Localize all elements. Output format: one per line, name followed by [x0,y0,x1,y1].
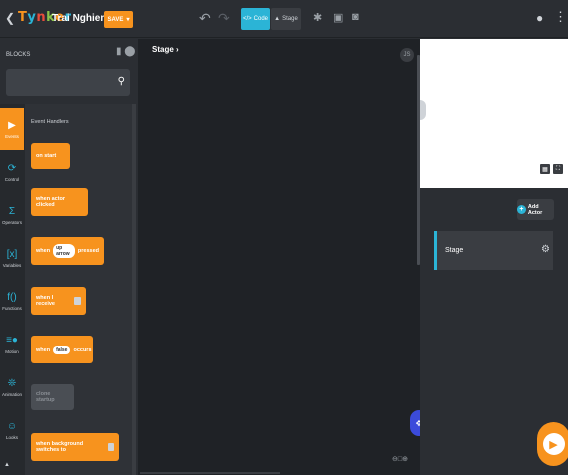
save-label: SAVE [107,16,124,23]
breadcrumb-stage: Stage [152,45,174,54]
variable-icon: [x] [6,248,18,260]
gear-icon[interactable]: ⚙ [541,244,550,255]
key-dropdown[interactable]: up arrow [53,244,75,258]
block-when-background-switches[interactable]: when background switches to [31,433,119,461]
settings-icon[interactable]: ⬤ [124,46,135,57]
block-label-prefix: when [36,346,51,353]
code-workspace[interactable] [138,39,420,475]
motion-icon: ≡● [6,334,18,346]
category-label: Motion [5,348,19,354]
user-icon[interactable]: ● [536,11,543,25]
category-functions[interactable]: f() Functions [0,280,24,322]
category-events[interactable]: ▶ Events [0,108,24,150]
category-variables[interactable]: [x] Variables [0,237,24,279]
add-actor-label: Add Actor [527,203,543,216]
block-label: when I receive [36,295,55,307]
animation-icon: ❊ [7,377,17,389]
save-button[interactable]: SAVE ▾ [104,11,133,28]
stage-view-controls: ▦ ⛶ [540,164,563,174]
play-button[interactable]: ▶ [537,422,568,466]
tab-stage-label: Stage [282,16,298,22]
back-arrow-icon[interactable]: ❮ [5,11,15,25]
block-label-suffix: pressed [77,248,99,254]
help-book-icon[interactable]: ▣ [333,11,343,24]
book-icon[interactable]: ▮ [116,46,122,57]
blocks-panel-icons: ▮ ⬤ [116,46,136,57]
category-label: Events [5,133,19,139]
block-when-i-receive[interactable]: when I receive [31,287,86,315]
project-name[interactable]: Trai Nghiem [52,13,109,24]
js-toggle-button[interactable]: JS [400,48,414,62]
chevron-down-icon: ▾ [126,17,130,23]
block-label: on start [36,153,57,159]
loop-icon: ⟳ [7,162,17,174]
function-icon: f() [7,291,17,303]
undo-icon[interactable]: ↶ [199,10,211,27]
category-label: Operators [1,219,22,225]
robot-icon[interactable]: ◙ [352,11,359,23]
play-icon: ▶ [542,433,565,455]
section-event-handlers: Event Handlers [31,119,69,125]
workspace-hscrollbar[interactable] [140,472,280,474]
category-label: Animation [1,391,22,397]
code-icon: </> [242,16,252,22]
block-label: clone startup [36,391,55,403]
block-label: when actor clicked [36,196,66,208]
category-control[interactable]: ⟳ Control [0,151,24,193]
block-when-occurs[interactable]: when false occurs [31,336,93,363]
category-label: Looks [5,434,18,440]
redo-icon[interactable]: ↷ [218,10,230,27]
search-input[interactable]: ⚲ [6,69,130,96]
tab-code[interactable]: </> Code [241,8,270,30]
bug-icon[interactable]: ✱ [313,11,322,24]
looks-icon: ☺ [6,420,18,432]
block-label-suffix: occurs [73,346,92,353]
add-actor-button[interactable]: + Add Actor [517,199,554,220]
block-on-start[interactable]: on start [31,143,70,169]
block-clone-startup[interactable]: clone startup [31,384,74,410]
search-icon: ⚲ [117,76,125,87]
palette-scrollbar[interactable] [132,104,136,475]
category-animation[interactable]: ❊ Animation [0,366,24,408]
block-when-key-pressed[interactable]: when up arrow pressed [31,237,104,265]
collapse-handle[interactable] [420,100,426,120]
category-label: Control [4,176,20,182]
play-icon: ▶ [8,119,16,131]
scroll-up-icon[interactable]: ▲ [4,462,10,468]
category-sidebar: ▶ Events ⟳ Control Σ Operators [x] Varia… [0,104,25,475]
more-vertical-icon[interactable]: ⋮ [554,9,567,25]
block-label: when background switches to [36,441,84,453]
chevron-right-icon: › [176,45,179,54]
image-icon: ▲ [274,16,281,22]
sigma-icon: Σ [8,205,16,217]
tab-stage[interactable]: ▲ Stage [271,8,301,30]
condition-slot[interactable]: false [53,345,71,354]
plus-icon: + [517,205,526,214]
block-label-prefix: when [36,248,51,254]
category-looks[interactable]: ☺ Looks [0,409,24,451]
zoom-in-icon[interactable]: ⊕ [402,456,408,463]
category-label: Functions [2,305,22,311]
tab-code-label: Code [253,16,269,22]
category-motion[interactable]: ≡● Motion [0,323,24,365]
actor-item-label: Stage [445,247,464,254]
blocks-title: BLOCKS [6,52,31,58]
category-label: Variables [2,262,22,268]
background-slot[interactable] [107,443,114,451]
grid-icon[interactable]: ▦ [540,164,550,174]
category-operators[interactable]: Σ Operators [0,194,24,236]
zoom-controls[interactable]: ⊖□⊕ [392,455,408,463]
fullscreen-icon[interactable]: ⛶ [553,164,563,174]
breadcrumb[interactable]: Stage › [152,45,179,54]
message-slot[interactable] [74,297,81,305]
block-when-actor-clicked[interactable]: when actor clicked [31,188,88,216]
